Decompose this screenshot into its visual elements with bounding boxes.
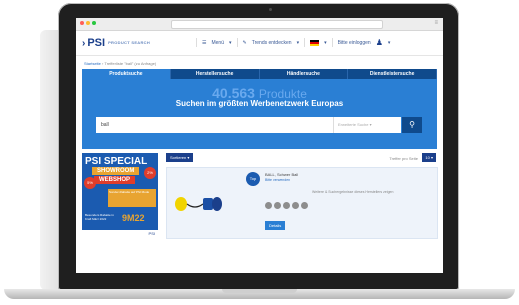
- close-window-icon[interactable]: [80, 21, 84, 25]
- breadcrumb: Startseite › Trefferliste "ball" (zu Anf…: [76, 56, 443, 69]
- sort-select[interactable]: Sortieren ▾: [166, 153, 194, 162]
- promo-title: PSI SPECIAL: [85, 156, 148, 167]
- laptop-notch: [222, 289, 297, 293]
- promo-webshop: WEBSHOP: [94, 176, 136, 184]
- site-header: › PSI PRODUCT SEARCH ☰ Menü ▾ ✎ Trends e…: [76, 31, 443, 56]
- breadcrumb-current: Trefferliste "ball" (zu Anfrage): [104, 61, 157, 66]
- divider: [331, 38, 333, 47]
- address-bar[interactable]: [171, 20, 383, 29]
- psi-logo[interactable]: › PSI PRODUCT SEARCH: [82, 37, 150, 49]
- product-name[interactable]: BALL, Schwer Ball: [265, 172, 298, 177]
- user-icon[interactable]: ♟: [376, 38, 383, 47]
- promo-date: 9M22: [122, 213, 145, 223]
- divider: [236, 38, 238, 47]
- browser-chrome: ≡: [76, 18, 443, 31]
- search-input[interactable]: ball Erweiterte Suche ▾: [96, 117, 401, 133]
- top-product-badge: Top: [246, 172, 260, 186]
- tab-product-search[interactable]: Produktsuche: [82, 69, 171, 79]
- breadcrumb-home[interactable]: Startseite: [84, 61, 101, 66]
- divider: [304, 38, 306, 47]
- german-flag-icon[interactable]: [310, 39, 320, 46]
- logo-subtitle: PRODUCT SEARCH: [108, 40, 151, 45]
- chevron-down-icon: ▾: [296, 39, 300, 46]
- product-feature-icons: [265, 202, 308, 209]
- logo-text: PSI: [87, 37, 106, 49]
- feature-icon: [274, 202, 281, 209]
- chevron-down-icon: ▾: [229, 39, 232, 46]
- sort-label: Sortieren: [170, 155, 187, 160]
- search-icon: ⚲: [409, 120, 415, 129]
- trends-link[interactable]: Trends entdecken: [252, 40, 292, 46]
- search-mode-select[interactable]: Erweiterte Suche ▾: [333, 117, 396, 133]
- promo-footer: PSI: [82, 230, 158, 237]
- product-meta-link[interactable]: Weitere & Suchergebnisse dieses Herstell…: [312, 190, 393, 194]
- product-image[interactable]: [173, 190, 223, 218]
- browser-screen: ≡ › PSI PRODUCT SEARCH ☰ Menü ▾ ✎ Trends…: [76, 18, 443, 273]
- psi-special-banner[interactable]: PSI SPECIAL SHOWROOM WEBSHOP 2% 5% Sonde…: [82, 153, 158, 237]
- promo-showroom: SHOWROOM: [92, 167, 140, 175]
- product-card[interactable]: Top BALL, Schwer Ball Bitte verwenden We…: [166, 167, 438, 239]
- trend-icon: ✎: [242, 39, 247, 46]
- hero-headline: Suchen im größten Werbenetzwerk Europas: [175, 99, 344, 108]
- feature-icon: [292, 202, 299, 209]
- search-mode-label: Erweiterte Suche: [338, 122, 369, 127]
- maximize-window-icon[interactable]: [92, 21, 96, 25]
- details-button[interactable]: Details: [265, 221, 286, 230]
- tab-manufacturer-search[interactable]: Herstellersuche: [170, 69, 260, 79]
- search-hero: 40.563 Produkte Suchen im größten Werben…: [82, 79, 437, 149]
- camera-icon: [269, 8, 272, 11]
- results-toolbar: Sortieren ▾ Treffer pro Seite 10 ▾: [166, 153, 436, 163]
- search-input-value: ball: [101, 122, 109, 128]
- chevron-down-icon: ▾: [324, 39, 327, 46]
- per-page-label: Treffer pro Seite: [389, 156, 418, 161]
- menu-button[interactable]: Menü: [211, 40, 224, 46]
- product-subtitle: Bitte verwenden: [265, 178, 291, 182]
- search-button[interactable]: ⚲: [402, 117, 422, 133]
- header-nav: ☰ Menü ▾ ✎ Trends entdecken ▾ ▾ Bitte ei…: [196, 38, 390, 47]
- login-link[interactable]: Bitte einloggen: [338, 40, 371, 46]
- tab-service-search[interactable]: Dienstleistersuche: [348, 69, 437, 79]
- divider: [196, 38, 197, 47]
- per-page-value: 10: [425, 155, 430, 160]
- feature-icon: [265, 202, 272, 209]
- results-area: PSI SPECIAL SHOWROOM WEBSHOP 2% 5% Sonde…: [76, 149, 443, 239]
- promo-band: Sonder-Rabatte auf PSI Mode: [108, 189, 156, 207]
- logo-chevron-icon: ›: [82, 37, 86, 49]
- promo-badge-2: 5%: [84, 177, 96, 189]
- chevron-down-icon: ▾: [387, 39, 391, 46]
- promo-small-text: Besonders Rabatte in Kraft März 2022: [85, 213, 114, 221]
- feature-icon: [301, 202, 308, 209]
- minimize-window-icon[interactable]: [86, 21, 90, 25]
- tab-dealer-search[interactable]: Händlersuche: [259, 69, 349, 79]
- browser-menu-icon[interactable]: ≡: [434, 20, 438, 26]
- menu-icon: ☰: [202, 39, 207, 46]
- per-page-select[interactable]: 10 ▾: [422, 153, 436, 162]
- promo-badge-1: 2%: [144, 167, 156, 179]
- search-tabs: Produktsuche Herstellersuche Händlersuch…: [82, 69, 437, 79]
- window-controls: [80, 21, 96, 25]
- feature-icon: [283, 202, 290, 209]
